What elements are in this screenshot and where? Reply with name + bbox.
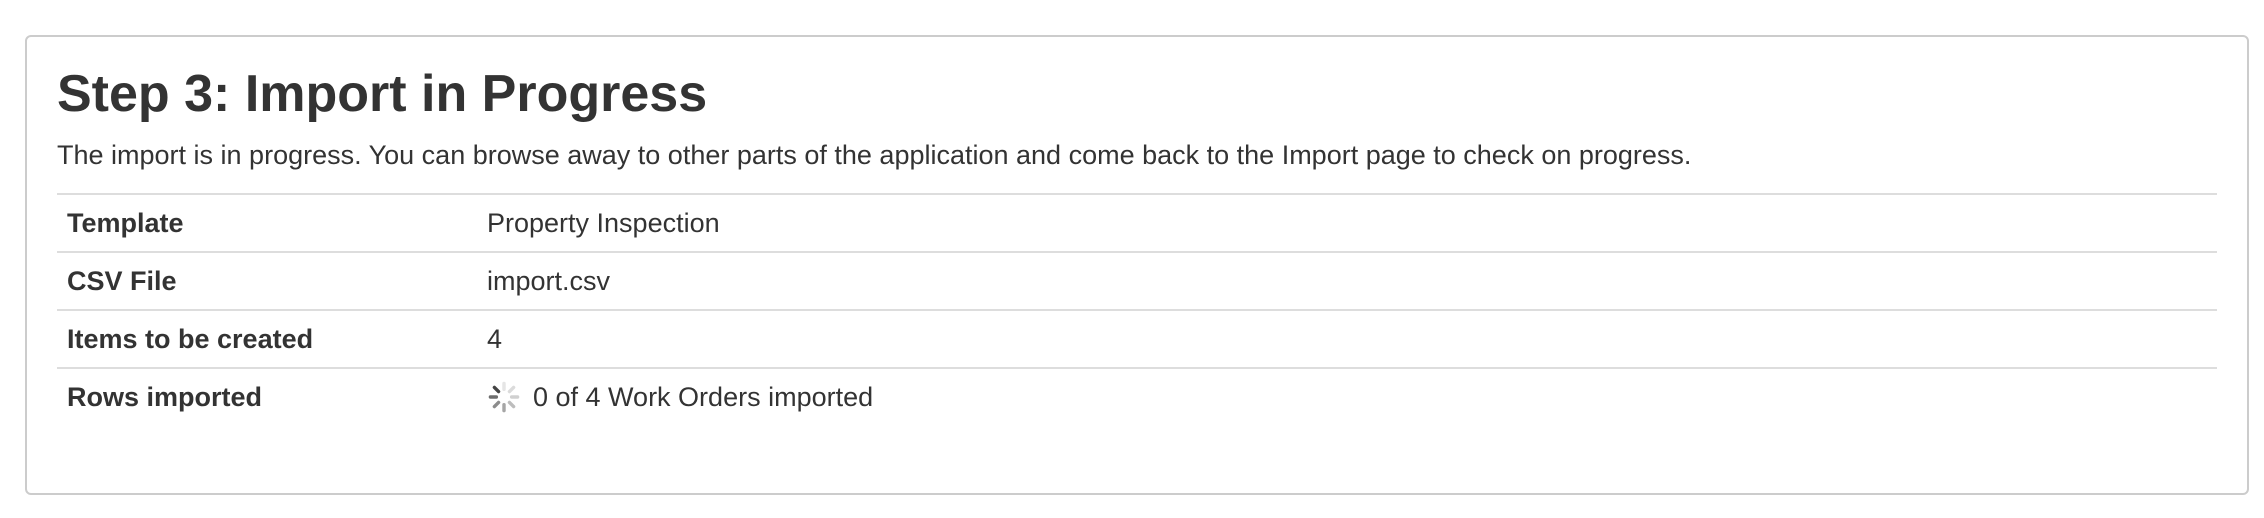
table-row-rows-imported: Rows imported 0 of 4 Work Orders importe… bbox=[57, 368, 2217, 425]
csv-file-label: CSV File bbox=[67, 266, 177, 296]
template-label: Template bbox=[67, 208, 184, 238]
rows-imported-label: Rows imported bbox=[67, 382, 263, 412]
items-to-create-value: 4 bbox=[487, 324, 503, 354]
table-row-csv-file: CSV File import.csv bbox=[57, 252, 2217, 310]
table-row-items-to-create: Items to be created 4 bbox=[57, 310, 2217, 368]
template-value: Property Inspection bbox=[487, 208, 720, 238]
csv-file-value: import.csv bbox=[487, 266, 611, 296]
loading-spinner-icon bbox=[488, 381, 520, 413]
items-to-create-label: Items to be created bbox=[67, 324, 314, 354]
import-details-table: Template Property Inspection CSV File im… bbox=[57, 193, 2217, 425]
rows-imported-status: 0 of 4 Work Orders imported bbox=[533, 382, 874, 412]
import-progress-panel: Step 3: Import in Progress The import is… bbox=[25, 35, 2249, 495]
page-title: Step 3: Import in Progress bbox=[57, 65, 708, 123]
import-description: The import is in progress. You can brows… bbox=[57, 140, 1692, 170]
table-row-template: Template Property Inspection bbox=[57, 194, 2217, 252]
rows-imported-value: 0 of 4 Work Orders imported bbox=[477, 368, 2217, 425]
